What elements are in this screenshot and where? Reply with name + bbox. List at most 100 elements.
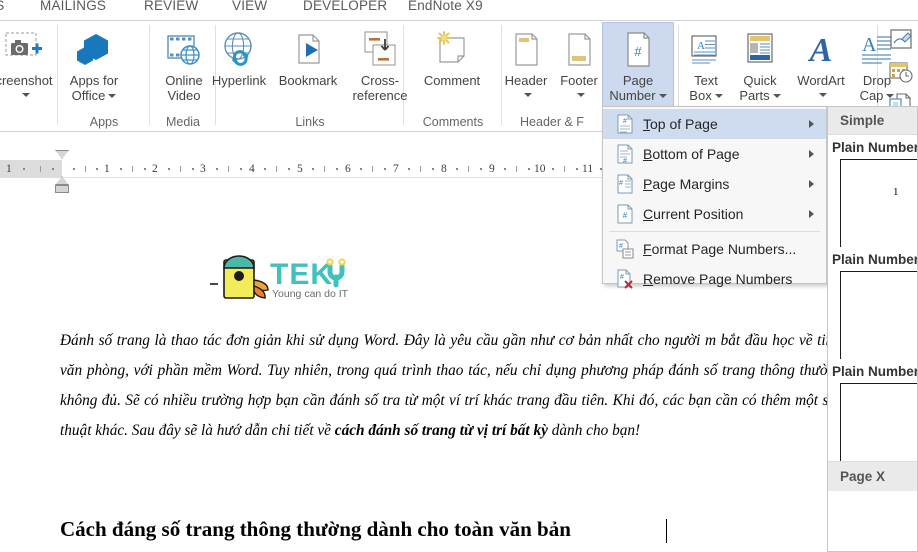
ruler-tick-2: 2 [152,163,158,175]
tab-developer[interactable]: DEVELOPER [303,0,387,16]
paragraph-tail-text: dành cho bạn! [547,422,641,439]
footer-caret[interactable] [574,88,585,102]
left-indent-marker[interactable] [55,185,69,193]
ruler-dash [372,166,373,172]
comment-label: Comment [423,73,481,88]
tab-mailings-label: MAILINGS [40,0,107,13]
cross-reference-button[interactable]: Cross- reference [344,23,416,111]
ruler-dash [468,166,469,172]
text-cursor [666,519,667,543]
tab-review[interactable]: REVIEW [144,0,198,16]
ruler-dot [552,168,554,170]
ruler-tick-left: 1 [6,163,12,175]
ruler-dash [324,166,325,172]
text-box-label-1: Text [694,73,718,88]
hyperlink-label: Hyperlink [211,73,267,88]
ruler-dot [456,168,458,170]
comment-button[interactable]: Comment [410,23,494,111]
menu-item-format-page-numbers-label: Format Page Numbers... [643,241,797,257]
text-box-button[interactable]: A Text Box [680,23,732,111]
ruler-dot [528,168,530,170]
bookmark-icon [286,27,330,73]
quick-parts-button[interactable]: Quick Parts [731,23,789,111]
hyperlink-button[interactable]: Hyperlink [204,23,274,111]
svg-text:#: # [619,180,623,187]
quick-parts-label-1: Quick [743,73,777,88]
gallery-header-simple: Simple [828,107,917,135]
online-video-label-2: Video [167,88,201,103]
gallery-label-plain-number-2: Plain Number 2 [832,252,918,267]
menu-item-bottom-of-page-label: Bottom of Page [643,146,740,162]
tab-view[interactable]: VIEW [232,0,267,16]
remove-page-numbers-icon: # [611,269,639,289]
menu-item-top-of-page[interactable]: # Top of Page [603,109,826,139]
page-number-label-1: Page [622,73,654,88]
tab-references[interactable]: ES [0,0,4,16]
teky-logo: TEK Young can do IT [210,246,360,302]
document-heading[interactable]: Cách đáng số trang thông thường dành cho… [60,517,860,542]
apps-for-office-button[interactable]: Apps for Office [62,23,126,111]
date-time-button[interactable] [888,59,914,90]
header-button[interactable]: Header [498,23,554,111]
bookmark-button[interactable]: Bookmark [272,23,344,111]
quick-parts-icon [741,27,779,73]
ruler-dot [120,168,122,170]
ruler-tick-3: 3 [200,163,206,175]
group-separator [57,25,58,125]
wordart-button[interactable]: A WordArt [789,23,853,111]
ruler-tick-9: 9 [489,163,495,175]
first-line-indent-marker[interactable] [55,150,69,159]
screenshot-label: creenshot [0,73,53,88]
tab-references-label: ES [0,0,4,13]
gallery-header-page-x: Page X [828,461,917,491]
menu-item-bottom-of-page[interactable]: # Bottom of Page [603,139,826,169]
signature-line-button[interactable] [888,27,914,58]
svg-text:#: # [634,44,642,59]
ruler-tick-8: 8 [441,163,447,175]
document-paragraph[interactable]: Đánh số trang là thao tác đơn giản khi s… [60,326,860,446]
menu-item-page-margins[interactable]: # Page Margins [603,169,826,199]
header-icon [508,27,544,73]
svg-text:#: # [623,118,627,125]
bookmark-label: Bookmark [278,73,338,88]
page-number-margins-icon: # [611,174,639,194]
screenshot-button[interactable]: creenshot [0,23,56,111]
ruler-dot [480,168,482,170]
header-caret[interactable] [521,88,532,102]
gallery-preview-plain-number-2[interactable] [840,271,917,359]
svg-text:A: A [808,32,833,69]
ruler-dot [408,168,410,170]
apps-for-office-icon [72,27,116,73]
gallery-preview-plain-number-1[interactable]: 1 [840,159,917,247]
format-page-numbers-icon: # [611,239,639,259]
tab-endnote[interactable]: EndNote X9 [408,0,483,16]
submenu-arrow-icon [809,150,814,158]
page-number-gallery: Simple Plain Number 1 1 Plain Number 2 P… [827,106,918,552]
svg-text:TEK: TEK [270,258,333,291]
page-number-label-2: Number [609,88,667,103]
wordart-caret[interactable] [816,88,827,102]
screenshot-caret[interactable] [19,88,30,102]
ruler-dot [312,168,314,170]
ruler-dash [276,166,277,172]
gallery-label-plain-number-1: Plain Number 1 [832,140,918,155]
menu-item-remove-page-numbers[interactable]: # Remove Page Numbers [603,264,826,294]
submenu-arrow-icon [809,210,814,218]
page-number-icon: # [620,27,656,73]
svg-text:#: # [619,243,623,250]
menu-item-current-position[interactable]: # Current Position [603,199,826,229]
tab-mailings[interactable]: MAILINGS [40,0,106,16]
quick-parts-label-2: Parts [739,88,781,103]
ruler-tick-10: 10 [534,163,546,175]
ruler-dash [40,166,41,172]
tab-developer-label: DEVELOPER [303,0,388,13]
ruler-tick-7: 7 [393,163,399,175]
gallery-preview-plain-number-3[interactable] [840,383,917,461]
ruler-dash [228,166,229,172]
menu-item-current-position-label: Current Position [643,206,744,222]
menu-item-top-of-page-label: Top of Page [643,116,718,132]
menu-item-format-page-numbers[interactable]: # Format Page Numbers... [603,234,826,264]
footer-button[interactable]: Footer [551,23,607,111]
ruler-dot [52,168,54,170]
header-label: Header [504,73,548,88]
